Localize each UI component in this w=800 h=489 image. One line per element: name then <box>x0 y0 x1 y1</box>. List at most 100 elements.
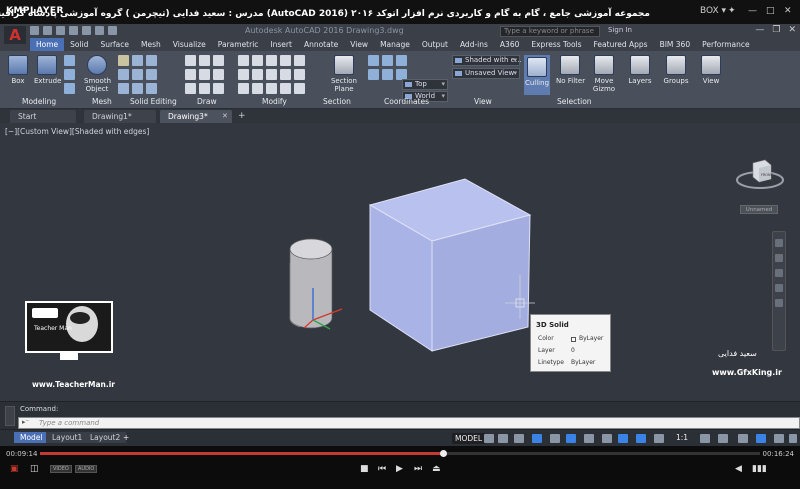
hardware-acceleration-icon[interactable] <box>756 434 766 443</box>
stretch-icon[interactable] <box>280 69 291 80</box>
extrude-button[interactable]: Extrude <box>34 55 61 85</box>
add-layout-icon[interactable]: + <box>123 433 129 442</box>
open-icon[interactable] <box>43 26 52 35</box>
line-icon[interactable] <box>185 55 196 66</box>
print-icon[interactable] <box>82 26 91 35</box>
isodraft-icon[interactable] <box>550 434 560 443</box>
trim-icon[interactable] <box>266 55 277 66</box>
tab-annotate[interactable]: Annotate <box>298 38 344 51</box>
sign-in-button[interactable]: Sign In <box>608 26 632 34</box>
mirror-icon[interactable] <box>238 69 249 80</box>
full-navigation-wheel-icon[interactable] <box>775 239 783 247</box>
3d-move-icon[interactable] <box>280 83 291 94</box>
seek-handle[interactable] <box>440 450 448 457</box>
restore-icon[interactable]: ❐ <box>772 25 780 35</box>
polyline-icon[interactable] <box>199 55 210 66</box>
showmotion-icon[interactable] <box>775 299 783 307</box>
search-input[interactable]: Type a keyword or phrase <box>500 26 600 37</box>
object-snap-tracking-icon[interactable] <box>566 434 576 443</box>
close-tab-icon[interactable]: ✕ <box>222 112 228 120</box>
circle-icon[interactable] <box>213 55 224 66</box>
object-snap-icon[interactable] <box>584 434 594 443</box>
tab-featured-apps[interactable]: Featured Apps <box>588 38 654 51</box>
new-icon[interactable] <box>30 26 39 35</box>
annotation-scale-dropdown[interactable]: 1:1 <box>676 433 688 442</box>
rotate-icon[interactable] <box>252 55 263 66</box>
align-icon[interactable] <box>266 83 277 94</box>
ucs-dropdown[interactable]: Top <box>402 79 448 90</box>
tab-visualize[interactable]: Visualize <box>167 38 212 51</box>
tab-surface[interactable]: Surface <box>94 38 135 51</box>
visual-style-dropdown[interactable]: Shaded with e... <box>452 55 522 66</box>
redo-icon[interactable] <box>108 26 117 35</box>
customization-icon[interactable] <box>789 434 797 443</box>
tab-express-tools[interactable]: Express Tools <box>525 38 587 51</box>
loft-icon[interactable] <box>64 83 75 94</box>
command-input[interactable]: ▸⁻ Type a command <box>18 417 800 429</box>
hatch-icon[interactable] <box>185 83 196 94</box>
move-icon[interactable] <box>238 55 249 66</box>
previous-icon[interactable]: ⏮ <box>378 464 386 474</box>
thicken-icon[interactable] <box>132 69 143 80</box>
tab-insert[interactable]: Insert <box>264 38 298 51</box>
play-icon[interactable]: ▶ <box>396 464 403 474</box>
section-plane-button[interactable]: Section Plane <box>330 55 358 93</box>
ucs-origin-icon[interactable] <box>382 55 393 66</box>
stop-icon[interactable]: ■ <box>360 464 369 474</box>
scale-icon[interactable] <box>294 69 305 80</box>
panel-solid-editing-label[interactable]: Solid Editing <box>130 97 177 106</box>
panel-draw-label[interactable]: Draw <box>197 97 217 106</box>
tab-output[interactable]: Output <box>416 38 454 51</box>
tab-layout2[interactable]: Layout2 <box>84 432 127 443</box>
no-filter-button[interactable]: No Filter <box>556 55 585 85</box>
subtract-icon[interactable] <box>118 69 129 80</box>
panel-selection-label[interactable]: Selection <box>557 97 592 106</box>
annotation-visibility-icon[interactable] <box>654 434 664 443</box>
polygon-icon[interactable] <box>213 83 224 94</box>
save-icon[interactable] <box>56 26 65 35</box>
pan-icon[interactable] <box>775 254 783 262</box>
workspace-icon[interactable] <box>700 434 710 443</box>
transparency-icon[interactable] <box>618 434 628 443</box>
separate-icon[interactable] <box>146 83 157 94</box>
tab-home[interactable]: Home <box>30 38 65 51</box>
slice-icon[interactable] <box>146 55 157 66</box>
panel-section-label[interactable]: Section <box>323 97 351 106</box>
undo-icon[interactable] <box>95 26 104 35</box>
ucs-unnamed-dropdown[interactable]: Unnamed <box>740 205 778 214</box>
erase-icon[interactable] <box>280 55 291 66</box>
ucs-y-icon[interactable] <box>382 69 393 80</box>
maximize-icon[interactable]: □ <box>766 6 775 16</box>
tab-layout1[interactable]: Layout1 <box>46 432 89 443</box>
command-line-tools-icon[interactable] <box>5 406 15 426</box>
layers-button[interactable]: Layers <box>626 55 654 85</box>
tab-start[interactable]: Start <box>10 110 76 123</box>
3d-rotate-icon[interactable] <box>294 83 305 94</box>
extract-edges-icon[interactable] <box>146 69 157 80</box>
interfere-icon[interactable] <box>132 55 143 66</box>
seek-bar[interactable] <box>40 450 760 457</box>
minimize-icon[interactable]: — <box>748 6 757 16</box>
tab-performance[interactable]: Performance <box>696 38 756 51</box>
move-gizmo-button[interactable]: Move Gizmo <box>590 55 618 93</box>
orbit-icon[interactable] <box>775 284 783 292</box>
ortho-icon[interactable] <box>514 434 524 443</box>
arc-icon[interactable] <box>185 69 196 80</box>
selection-cycling-icon[interactable] <box>636 434 646 443</box>
command-prompt-icon[interactable]: ▸⁻ <box>22 418 29 426</box>
panel-mesh-label[interactable]: Mesh <box>92 97 112 106</box>
box-button[interactable]: Box <box>5 55 31 85</box>
box-solid[interactable] <box>368 178 532 352</box>
new-tab-icon[interactable]: + <box>238 111 246 121</box>
offset-icon[interactable] <box>252 83 263 94</box>
zoom-extents-icon[interactable] <box>775 269 783 277</box>
close-icon[interactable]: ✕ <box>784 6 792 16</box>
saveas-icon[interactable] <box>69 26 78 35</box>
plus-icon[interactable] <box>718 434 728 443</box>
3d-icon[interactable]: ◫ <box>30 464 39 474</box>
ellipse-icon[interactable] <box>213 69 224 80</box>
named-view-dropdown[interactable]: Unsaved View <box>452 68 520 79</box>
tab-view[interactable]: View <box>344 38 374 51</box>
kmp-menu-icon[interactable]: ▣ <box>10 464 19 474</box>
tab-manage[interactable]: Manage <box>374 38 416 51</box>
